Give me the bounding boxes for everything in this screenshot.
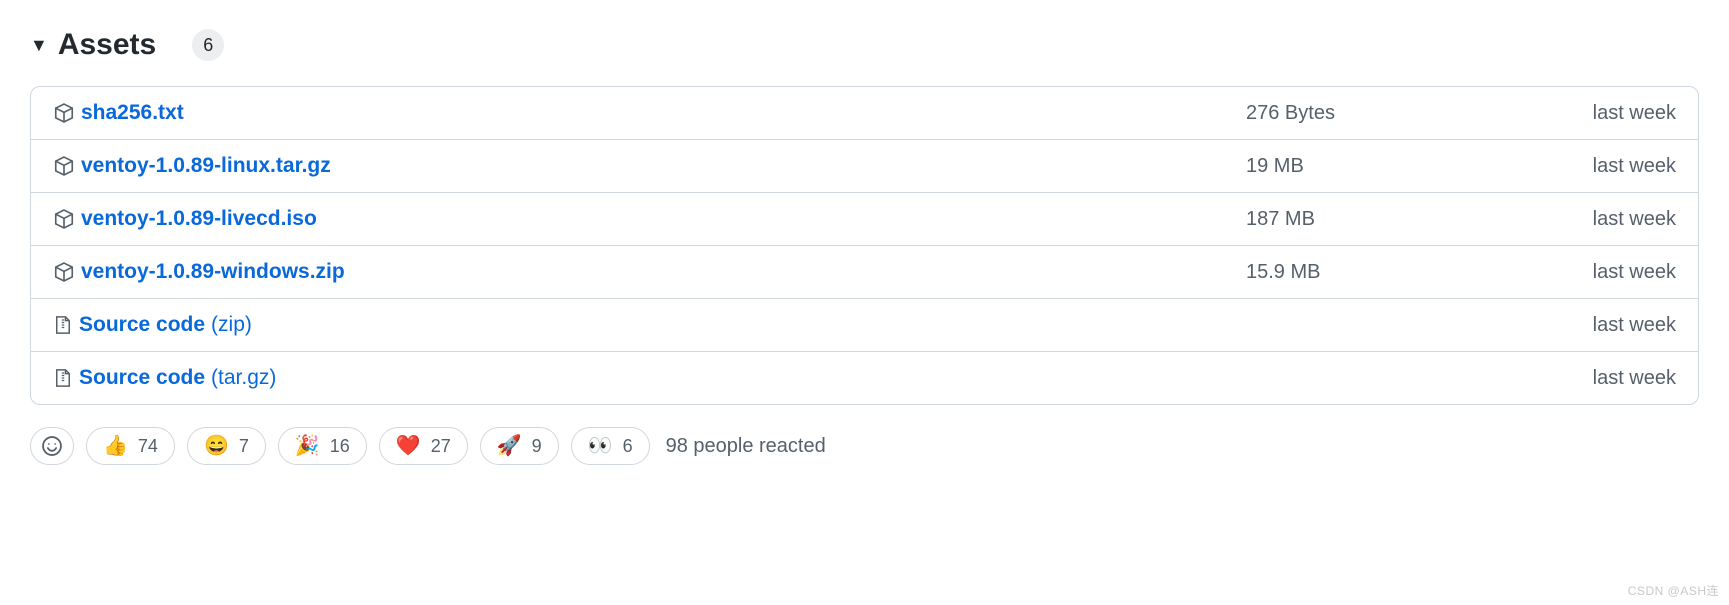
add-reaction-button[interactable] [30,427,74,465]
asset-date: last week [1556,155,1676,178]
asset-ext: (tar.gz) [211,366,276,390]
file-zip-icon [53,367,73,389]
asset-row: Source code (zip) last week [31,298,1698,351]
asset-link[interactable]: ventoy-1.0.89-linux.tar.gz [81,154,331,178]
package-icon [53,102,75,124]
reaction-pill[interactable]: 🚀9 [480,427,559,465]
asset-link[interactable]: Source code [79,366,205,390]
reaction-pill[interactable]: 👍 74 [86,427,175,465]
reaction-emoji: 😄 [204,436,229,456]
asset-name-cell: ventoy-1.0.89-linux.tar.gz [53,154,1246,178]
asset-date: last week [1556,314,1676,337]
reaction-count: 16 [330,436,350,457]
file-zip-icon [53,314,73,336]
asset-size: 15.9 MB [1246,261,1556,284]
asset-name-cell: ventoy-1.0.89-windows.zip [53,260,1246,284]
reaction-emoji: 👀 [588,436,613,456]
asset-ext: (zip) [211,313,252,337]
asset-name-cell: Source code (zip) [53,313,1246,337]
reaction-emoji: 🎉 [295,436,320,456]
reaction-count: 6 [623,436,633,457]
asset-link[interactable]: ventoy-1.0.89-windows.zip [81,260,345,284]
asset-link[interactable]: ventoy-1.0.89-livecd.iso [81,207,317,231]
reaction-pill[interactable]: ❤️ 27 [379,427,468,465]
reaction-count: 27 [431,436,451,457]
asset-row: ventoy-1.0.89-linux.tar.gz 19 MBlast week [31,139,1698,192]
asset-size: 276 Bytes [1246,102,1556,125]
asset-name-cell: Source code (tar.gz) [53,366,1246,390]
asset-link[interactable]: sha256.txt [81,101,184,125]
assets-count-badge: 6 [192,29,224,61]
asset-date: last week [1556,261,1676,284]
package-icon [53,208,75,230]
reaction-emoji: 👍 [103,436,128,456]
asset-date: last week [1556,367,1676,390]
caret-down-icon: ▼ [30,36,48,54]
reaction-count: 7 [239,436,249,457]
asset-date: last week [1556,208,1676,231]
smiley-icon [41,435,63,457]
reaction-pill[interactable]: 🎉 16 [278,427,367,465]
assets-list: sha256.txt276 Byteslast weekventoy-1.0.8… [30,86,1699,405]
asset-date: last week [1556,102,1676,125]
package-icon [53,155,75,177]
asset-row: sha256.txt 276 Byteslast week [31,87,1698,139]
reaction-pill[interactable]: 👀6 [571,427,650,465]
reaction-emoji: 🚀 [497,436,522,456]
asset-name-cell: sha256.txt [53,101,1246,125]
asset-name-cell: ventoy-1.0.89-livecd.iso [53,207,1246,231]
watermark-text: CSDN @ASH连 [1628,582,1719,599]
reaction-pill[interactable]: 😄7 [187,427,266,465]
reaction-count: 9 [532,436,542,457]
reaction-count: 74 [138,436,158,457]
reaction-emoji: ❤️ [396,436,421,456]
asset-size: 187 MB [1246,208,1556,231]
asset-size: 19 MB [1246,155,1556,178]
asset-link[interactable]: Source code [79,313,205,337]
asset-row: Source code (tar.gz) last week [31,351,1698,404]
asset-row: ventoy-1.0.89-livecd.iso 187 MBlast week [31,192,1698,245]
asset-row: ventoy-1.0.89-windows.zip 15.9 MBlast wee… [31,245,1698,298]
package-icon [53,261,75,283]
assets-header[interactable]: ▼ Assets 6 [30,28,1699,62]
reactions-bar: 👍74😄7🎉16❤️27🚀9👀6 98 people reacted [30,427,1699,465]
assets-title: Assets [58,28,156,62]
reaction-summary-text: 98 people reacted [666,435,826,458]
